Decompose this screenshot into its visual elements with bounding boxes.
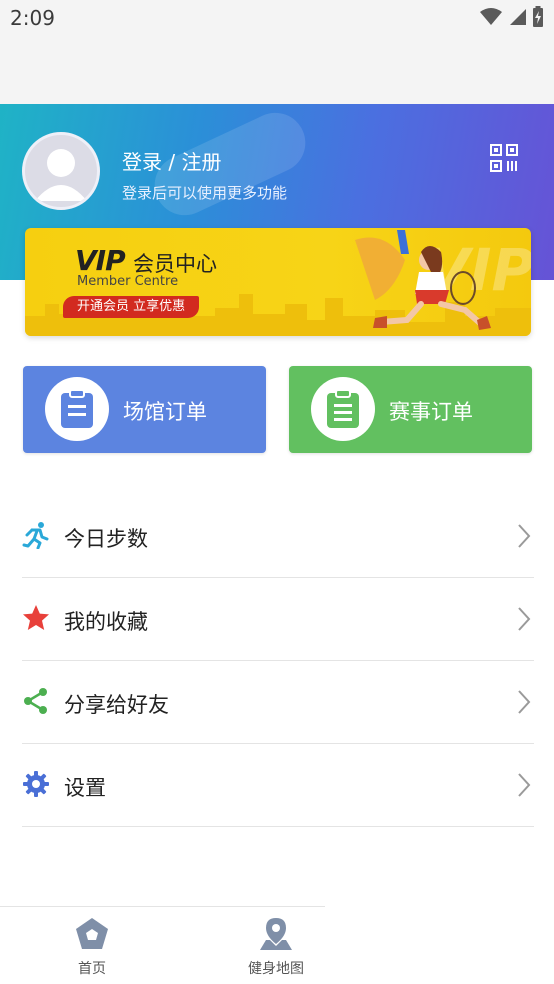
- list-item-today-steps[interactable]: 今日步数: [22, 495, 534, 578]
- bottom-navigation: 首页 健身地图: [0, 906, 554, 984]
- match-orders-label: 赛事订单: [389, 400, 473, 424]
- match-orders-icon-circle: [311, 377, 375, 441]
- list-item-settings[interactable]: 设置: [22, 744, 534, 827]
- avatar[interactable]: [22, 132, 100, 210]
- map-pin-icon: [260, 918, 292, 950]
- login-register-link[interactable]: 登录 / 注册: [122, 146, 221, 175]
- list-document-icon: [327, 389, 359, 428]
- running-person-icon: [22, 522, 49, 549]
- nav-home-label: 首页: [78, 961, 106, 977]
- home-pentagon-icon: [76, 918, 108, 949]
- gear-icon: [23, 771, 49, 797]
- qr-code-icon[interactable]: [490, 144, 518, 172]
- clipboard-icon: [61, 389, 93, 428]
- menu-list: 今日步数 我的收藏 分享给好友 设置: [22, 495, 534, 827]
- venue-orders-button[interactable]: 场馆订单: [23, 366, 266, 453]
- default-avatar-icon: [35, 149, 87, 201]
- chevron-right-icon: [518, 524, 531, 548]
- share-icon: [24, 688, 47, 714]
- nav-home[interactable]: 首页: [32, 916, 152, 982]
- vip-logo: VIP: [75, 244, 126, 277]
- signal-icon: [510, 9, 526, 25]
- nav-fitness-map-label: 健身地图: [248, 961, 304, 977]
- star-icon: [23, 605, 49, 630]
- list-item-label: 今日步数: [64, 527, 148, 551]
- vip-member-banner[interactable]: VIP VIP 会员中心 Member Centre 开通会员 立享优惠: [25, 228, 531, 336]
- list-item-label: 设置: [64, 776, 106, 800]
- list-item-share[interactable]: 分享给好友: [22, 661, 534, 744]
- match-orders-button[interactable]: 赛事订单: [289, 366, 532, 453]
- status-bar: 2:09: [0, 0, 554, 104]
- login-hint: 登录后可以使用更多功能: [122, 184, 288, 202]
- chevron-right-icon: [518, 773, 531, 797]
- chevron-right-icon: [518, 607, 531, 631]
- nav-fitness-map[interactable]: 健身地图: [216, 916, 336, 982]
- list-item-label: 我的收藏: [64, 610, 148, 634]
- list-item-label: 分享给好友: [64, 693, 169, 717]
- girl-illustration-icon: [355, 230, 491, 330]
- chevron-right-icon: [518, 690, 531, 714]
- vip-subtitle: Member Centre: [77, 274, 179, 289]
- wifi-icon: [480, 8, 502, 25]
- venue-orders-label: 场馆订单: [123, 400, 207, 424]
- venue-orders-icon-circle: [45, 377, 109, 441]
- battery-icon: [533, 6, 543, 27]
- status-time: 2:09: [10, 6, 55, 30]
- list-item-favorites[interactable]: 我的收藏: [22, 578, 534, 661]
- vip-cta-badge: 开通会员 立享优惠: [63, 296, 200, 318]
- status-icons: [480, 6, 544, 28]
- bottom-nav-divider: [0, 906, 325, 907]
